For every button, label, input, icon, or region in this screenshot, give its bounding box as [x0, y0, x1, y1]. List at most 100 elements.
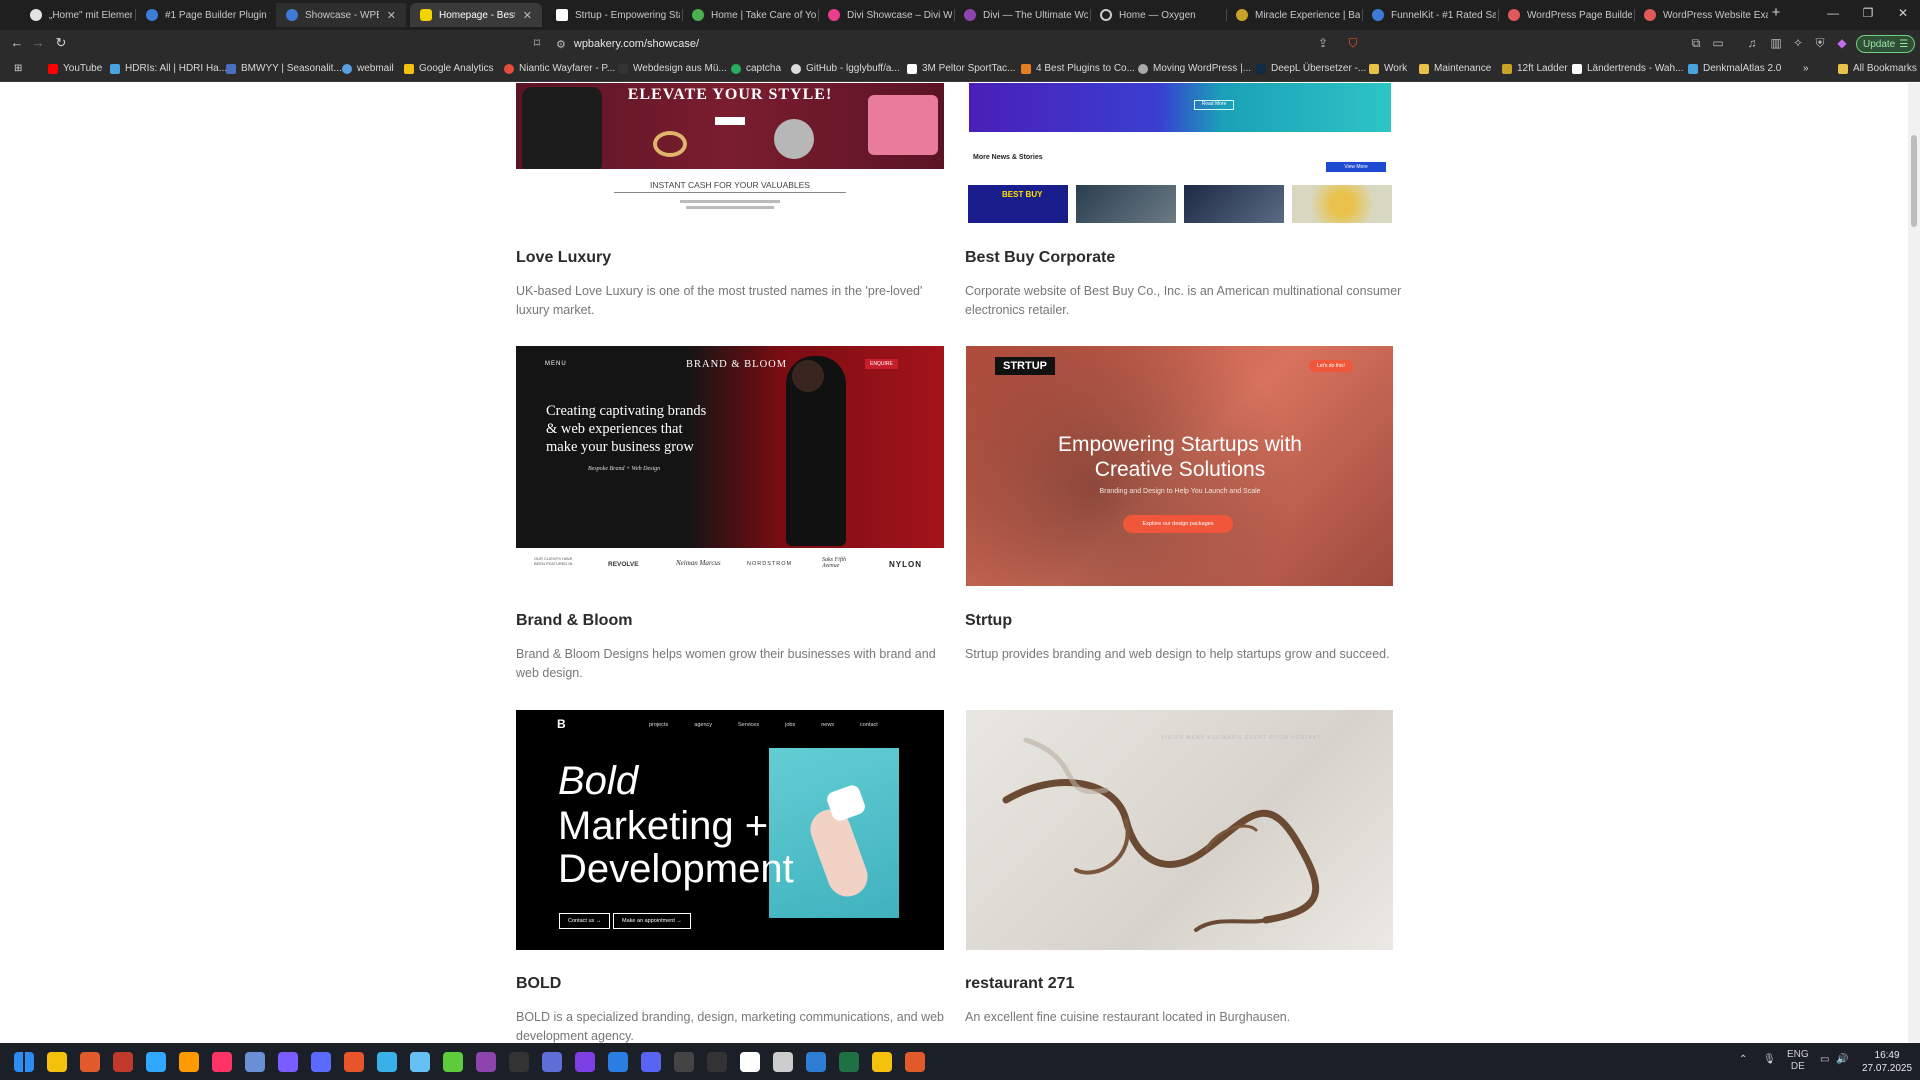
bookmark-webmail[interactable]: webmail: [342, 63, 394, 74]
bookmark-12ft-ladder[interactable]: 12ft Ladder: [1502, 63, 1568, 74]
tab-oxygen[interactable]: Home — Oxygen: [1090, 3, 1224, 27]
bookmark-maintenance[interactable]: Maintenance: [1419, 63, 1491, 74]
address-bar[interactable]: ⚙ wpbakery.com/showcase/: [556, 34, 1356, 54]
love-luxury-screenshot[interactable]: ELEVATE YOUR STYLE! INSTANT CASH FOR YOU…: [516, 83, 944, 225]
app-icon[interactable]: [773, 1052, 793, 1072]
tab-wp-website-examples[interactable]: WordPress Website Exam: [1634, 3, 1768, 27]
bookmark-niantic[interactable]: Niantic Wayfarer - P...: [504, 63, 615, 74]
app-icon[interactable]: [575, 1052, 595, 1072]
tab-showcase-wpbakery[interactable]: Showcase - WPBakery ✕: [276, 3, 406, 27]
tab-strtup[interactable]: Strtup - Empowering Sta: [546, 3, 680, 27]
network-icon[interactable]: ▭: [1820, 1054, 1829, 1065]
bookmark-youtube[interactable]: YouTube: [48, 63, 102, 74]
bookmark-deepl[interactable]: DeepL Übersetzer -...: [1256, 63, 1366, 74]
bookmark-google-analytics[interactable]: Google Analytics: [404, 63, 494, 74]
app-icon[interactable]: [542, 1052, 562, 1072]
sidebar-icon[interactable]: ▥: [1768, 36, 1784, 50]
photoshop-icon[interactable]: [146, 1052, 166, 1072]
bookmark-github[interactable]: GitHub - lgglybuff/a...: [791, 63, 900, 74]
best-buy-screenshot[interactable]: Read More More News & Stories View More …: [966, 83, 1392, 225]
tab-wp-page-builder[interactable]: WordPress Page Builder: [1498, 3, 1632, 27]
card-title-strtup[interactable]: Strtup: [965, 612, 1012, 630]
illustrator-icon[interactable]: [179, 1052, 199, 1072]
page-scrollbar[interactable]: [1908, 83, 1920, 1043]
filezilla-icon[interactable]: [113, 1052, 133, 1072]
terminal-icon[interactable]: [509, 1052, 529, 1072]
extensions-icon[interactable]: ⧉: [1688, 36, 1704, 51]
app-icon[interactable]: [245, 1052, 265, 1072]
scrollbar-thumb[interactable]: [1911, 135, 1917, 227]
bookmark-bmwyy[interactable]: BMWYY | Seasonalit...: [226, 63, 342, 74]
bookmark-denkmalatlas[interactable]: DenkmalAtlas 2.0: [1688, 63, 1781, 74]
steam-icon[interactable]: [410, 1052, 430, 1072]
more-bookmarks-button[interactable]: »: [1803, 63, 1809, 74]
vscode-icon[interactable]: [608, 1052, 628, 1072]
brave-icon[interactable]: [80, 1052, 100, 1072]
language-indicator[interactable]: ENG DE: [1787, 1049, 1809, 1073]
leo-icon[interactable]: ✧: [1790, 36, 1806, 50]
app-icon[interactable]: [377, 1052, 397, 1072]
discord-icon[interactable]: [641, 1052, 661, 1072]
tab-take-care[interactable]: Home | Take Care of You: [682, 3, 816, 27]
tab-miracle[interactable]: Miracle Experience | Ball: [1226, 3, 1360, 27]
brand-bloom-screenshot[interactable]: MENU BRAND & BLOOM ENQUIRE Creating capt…: [516, 346, 944, 586]
app-icon[interactable]: [707, 1052, 727, 1072]
all-bookmarks-folder[interactable]: All Bookmarks: [1838, 63, 1917, 74]
close-tab-icon[interactable]: ✕: [387, 9, 396, 22]
bold-screenshot[interactable]: B projects agency Services jobs news con…: [516, 710, 944, 950]
minimize-icon[interactable]: —: [1823, 6, 1843, 20]
app-icon[interactable]: [476, 1052, 496, 1072]
bookmark-best-plugins[interactable]: 4 Best Plugins to Co...: [1021, 63, 1135, 74]
update-button[interactable]: Update ☰: [1856, 35, 1916, 53]
wallet-icon[interactable]: ◆: [1834, 36, 1850, 50]
bookmark-webdesign[interactable]: Webdesign aus Mü...: [618, 63, 727, 74]
mic-icon[interactable]: 🎙: [1763, 1054, 1776, 1065]
card-title-best-buy[interactable]: Best Buy Corporate: [965, 249, 1115, 267]
download-icon[interactable]: ▭: [1710, 36, 1726, 50]
vpn-icon[interactable]: ⛨: [1812, 36, 1828, 51]
bookmark-3m-peltor[interactable]: 3M Peltor SportTac...: [907, 63, 1015, 74]
app-icon[interactable]: [278, 1052, 298, 1072]
share-icon[interactable]: ⇪: [1315, 36, 1331, 50]
app-icon[interactable]: [674, 1052, 694, 1072]
blender-icon[interactable]: [344, 1052, 364, 1072]
card-title-bold[interactable]: BOLD: [516, 975, 561, 993]
bookmark-hdris[interactable]: HDRIs: All | HDRI Ha...: [110, 63, 227, 74]
tab-divi-ultimate[interactable]: Divi — The Ultimate Wo: [954, 3, 1088, 27]
close-tab-icon[interactable]: ✕: [523, 9, 532, 22]
volume-icon[interactable]: 🔊: [1836, 1054, 1848, 1065]
tray-overflow-icon[interactable]: ⌃: [1739, 1054, 1747, 1065]
tab-best-buy[interactable]: Homepage - Best Buy ✕: [410, 3, 542, 27]
tab-elementor[interactable]: „Home" mit Elementor b: [20, 3, 132, 27]
bookmark-icon[interactable]: ⌑: [529, 36, 545, 50]
start-icon[interactable]: [14, 1052, 34, 1072]
card-title-love-luxury[interactable]: Love Luxury: [516, 249, 611, 267]
folder-icon[interactable]: [872, 1052, 892, 1072]
restaurant-271-screenshot[interactable]: VISION MENU KULINARIK EVENT ROOM KONTAKT: [966, 710, 1393, 950]
indesign-icon[interactable]: [212, 1052, 232, 1072]
bookmark-work[interactable]: Work: [1369, 63, 1407, 74]
bookmark-moving-wordpress[interactable]: Moving WordPress |...: [1138, 63, 1251, 74]
chrome-icon[interactable]: [905, 1052, 925, 1072]
close-window-icon[interactable]: ✕: [1893, 6, 1913, 20]
tab-page-builder[interactable]: #1 Page Builder Plugin f: [136, 3, 270, 27]
app-icon[interactable]: [443, 1052, 463, 1072]
bookmark-laendertrends[interactable]: Ländertrends - Wah...: [1572, 63, 1683, 74]
strtup-screenshot[interactable]: STRTUP Let's do this! Empowering Startup…: [966, 346, 1393, 586]
word-icon[interactable]: [806, 1052, 826, 1072]
restore-icon[interactable]: ❐: [1858, 6, 1878, 20]
bookmark-captcha[interactable]: captcha: [731, 63, 781, 74]
site-info-icon[interactable]: ⚙: [556, 38, 566, 51]
new-tab-button[interactable]: +: [1766, 4, 1786, 21]
back-icon[interactable]: ←: [8, 35, 26, 50]
media-icon[interactable]: ♫: [1744, 36, 1760, 50]
card-title-brand-bloom[interactable]: Brand & Bloom: [516, 612, 632, 630]
brave-shield-icon[interactable]: ⛉: [1345, 36, 1361, 51]
tab-funnelkit[interactable]: FunnelKit - #1 Rated Sal: [1362, 3, 1496, 27]
reload-icon[interactable]: ↻: [52, 35, 70, 51]
apps-icon[interactable]: ⊞: [14, 63, 22, 74]
system-clock[interactable]: 16:49 27.07.2025: [1862, 1049, 1912, 1075]
tab-divi-showcase[interactable]: Divi Showcase – Divi We: [818, 3, 952, 27]
file-explorer-icon[interactable]: [47, 1052, 67, 1072]
app-icon[interactable]: [311, 1052, 331, 1072]
